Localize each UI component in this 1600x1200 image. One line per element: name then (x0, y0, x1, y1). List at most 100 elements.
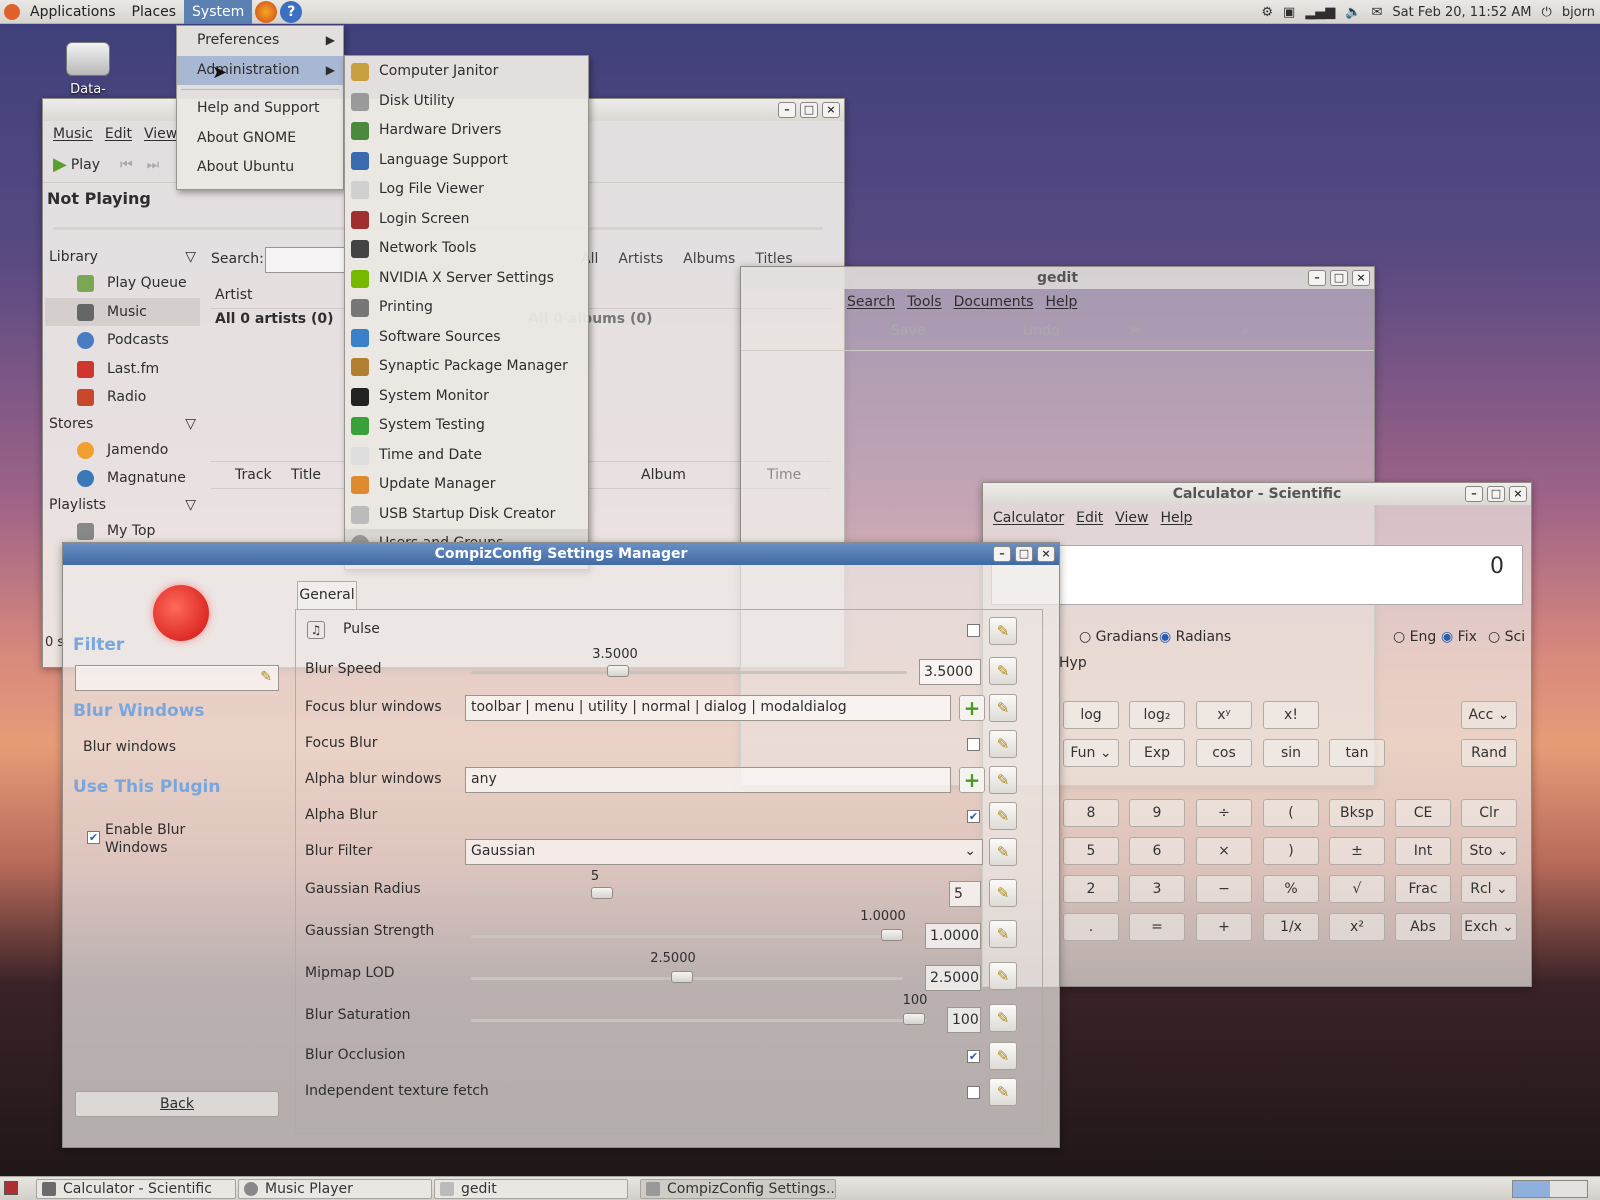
blur-filter-select[interactable]: Gaussian ⌄ (465, 839, 983, 865)
calc-key-r2-4[interactable]: √ (1329, 875, 1385, 903)
previous-icon[interactable]: ⏮ (120, 157, 133, 173)
reset-pulse-icon[interactable]: ✎ (989, 617, 1017, 645)
blur-saturation-thumb[interactable] (903, 1013, 925, 1025)
reset-alpha-blur-icon[interactable]: ✎ (989, 802, 1017, 830)
calc-key-fn-2[interactable]: cos (1196, 739, 1252, 767)
minimize-icon[interactable]: – (778, 102, 796, 118)
calc-key-r1-5[interactable]: Int (1395, 837, 1451, 865)
menu-item-help[interactable]: Help and Support (177, 94, 343, 124)
calc-key-1[interactable]: log₂ (1129, 701, 1185, 729)
cut-icon[interactable]: ✂ (1129, 321, 1142, 340)
blur-speed-slider[interactable] (471, 671, 907, 674)
calc-key-rand[interactable]: Rand (1461, 739, 1517, 767)
calc-key-r2-3[interactable]: % (1263, 875, 1319, 903)
signal-icon[interactable]: ▂▄▆ (1305, 5, 1335, 20)
calc-key-fn-0[interactable]: Fun ⌄ (1063, 739, 1119, 767)
calc-key-r1-0[interactable]: 5 (1063, 837, 1119, 865)
menu-help[interactable]: Help (1154, 510, 1198, 526)
calc-key-fn-4[interactable]: tan (1329, 739, 1385, 767)
back-button[interactable]: Back (75, 1091, 279, 1117)
calc-key-3[interactable]: x! (1263, 701, 1319, 729)
blur-occlusion-checkbox[interactable]: ✔ (967, 1050, 980, 1063)
calc-key-r0-2[interactable]: ÷ (1196, 799, 1252, 827)
calc-key-2[interactable]: xʸ (1196, 701, 1252, 729)
admin-login-screen[interactable]: Login Screen (345, 205, 588, 235)
firefox-icon[interactable] (255, 0, 278, 23)
calc-key-r1-2[interactable]: × (1196, 837, 1252, 865)
admin-system-testing[interactable]: System Testing (345, 411, 588, 441)
calc-key-r3-3[interactable]: 1/x (1263, 913, 1319, 941)
menu-music[interactable]: Music (47, 126, 99, 142)
angle-gradians[interactable]: ○ Gradians (1079, 629, 1158, 645)
gaussian-radius-thumb[interactable] (591, 887, 613, 899)
ccsm-titlebar[interactable]: CompizConfig Settings Manager – □ × (63, 543, 1059, 565)
calculator-titlebar[interactable]: Calculator - Scientific – □ × (983, 483, 1531, 505)
menu-item-administration[interactable]: Administration ▶ (177, 55, 343, 85)
reset-blur-saturation-icon[interactable]: ✎ (989, 1004, 1017, 1032)
search-icon[interactable]: ⌕ (1241, 321, 1250, 341)
play-button[interactable]: Play (71, 157, 100, 173)
blur-saturation-slider[interactable] (471, 1019, 927, 1022)
title-col[interactable]: Title (291, 462, 321, 488)
focus-blur-checkbox[interactable] (967, 738, 980, 751)
calc-key-r3-6[interactable]: Exch ⌄ (1461, 913, 1517, 941)
calc-key-r3-5[interactable]: Abs (1395, 913, 1451, 941)
calc-key-r3-0[interactable]: . (1063, 913, 1119, 941)
task-gedit[interactable]: gedit (434, 1179, 628, 1199)
places-menu[interactable]: Places (124, 0, 185, 24)
calc-key-r3-4[interactable]: x² (1329, 913, 1385, 941)
calc-key-r0-6[interactable]: Clr (1461, 799, 1517, 827)
calc-key-fn-1[interactable]: Exp (1129, 739, 1185, 767)
all-artists-row[interactable]: All 0 artists (0) (215, 311, 334, 327)
play-icon[interactable]: ▶ (53, 154, 67, 175)
calc-key-r1-1[interactable]: 6 (1129, 837, 1185, 865)
admin-time-date[interactable]: Time and Date (345, 441, 588, 471)
undo-button[interactable]: Undo (1023, 323, 1060, 339)
sidebar-item-magnatune[interactable]: Magnatune (45, 464, 200, 493)
drive-icon[interactable]: ▣ (1283, 5, 1295, 20)
task-music-player[interactable]: Music Player (238, 1179, 432, 1199)
menu-item-about-ubuntu[interactable]: About Ubuntu (177, 153, 343, 183)
maximize-icon[interactable]: □ (800, 102, 818, 118)
menu-view[interactable]: View (1109, 510, 1154, 526)
mail-icon[interactable]: ✉ (1372, 5, 1383, 20)
admin-hardware-drivers[interactable]: Hardware Drivers (345, 116, 588, 146)
filter-artists[interactable]: Artists (618, 251, 663, 267)
search-input[interactable] (265, 247, 345, 273)
calc-key-r0-4[interactable]: Bksp (1329, 799, 1385, 827)
mipmap-lod-thumb[interactable] (671, 971, 693, 983)
maximize-icon[interactable]: □ (1330, 270, 1348, 286)
admin-nvidia[interactable]: NVIDIA X Server Settings (345, 264, 588, 294)
filter-titles[interactable]: Titles (755, 251, 792, 267)
hyp-checkbox[interactable]: Hyp (1059, 655, 1087, 671)
sidebar-item-podcasts[interactable]: Podcasts (45, 326, 200, 355)
gedit-titlebar[interactable]: gedit – □ × (741, 267, 1374, 289)
enable-plugin-checkbox[interactable]: ✔ (87, 831, 100, 844)
sidebar-item-lastfm[interactable]: Last.fm (45, 355, 200, 384)
calculator-display[interactable]: 0 (991, 545, 1523, 605)
calc-key-r2-5[interactable]: Frac (1395, 875, 1451, 903)
admin-language-support[interactable]: Language Support (345, 146, 588, 176)
add-alpha-match-icon[interactable]: + (959, 767, 985, 793)
menu-help[interactable]: Help (1039, 294, 1083, 310)
alpha-blur-match-input[interactable]: any (465, 767, 951, 793)
help-icon[interactable]: ? (280, 0, 303, 23)
admin-software-sources[interactable]: Software Sources (345, 323, 588, 353)
angle-radians[interactable]: ◉ Radians (1159, 629, 1231, 645)
clock[interactable]: Sat Feb 20, 11:52 AM (1392, 5, 1531, 20)
workspace-switcher[interactable] (1512, 1180, 1588, 1198)
add-focus-match-icon[interactable]: + (959, 695, 985, 721)
admin-system-monitor[interactable]: System Monitor (345, 382, 588, 412)
show-desktop-icon[interactable] (4, 1181, 18, 1195)
reset-blur-occlusion-icon[interactable]: ✎ (989, 1042, 1017, 1070)
sidebar-item-play-queue[interactable]: Play Queue (45, 269, 200, 298)
admin-network-tools[interactable]: Network Tools (345, 234, 588, 264)
menu-calculator[interactable]: Calculator (987, 510, 1070, 526)
maximize-icon[interactable]: □ (1487, 486, 1505, 502)
close-icon[interactable]: × (1509, 486, 1527, 502)
album-col[interactable]: Album (641, 462, 686, 488)
admin-usb-creator[interactable]: USB Startup Disk Creator (345, 500, 588, 530)
admin-disk-utility[interactable]: Disk Utility (345, 87, 588, 117)
blur-speed-spin[interactable]: 3.5000 (919, 659, 981, 685)
sidebar-item-radio[interactable]: Radio (45, 383, 200, 412)
